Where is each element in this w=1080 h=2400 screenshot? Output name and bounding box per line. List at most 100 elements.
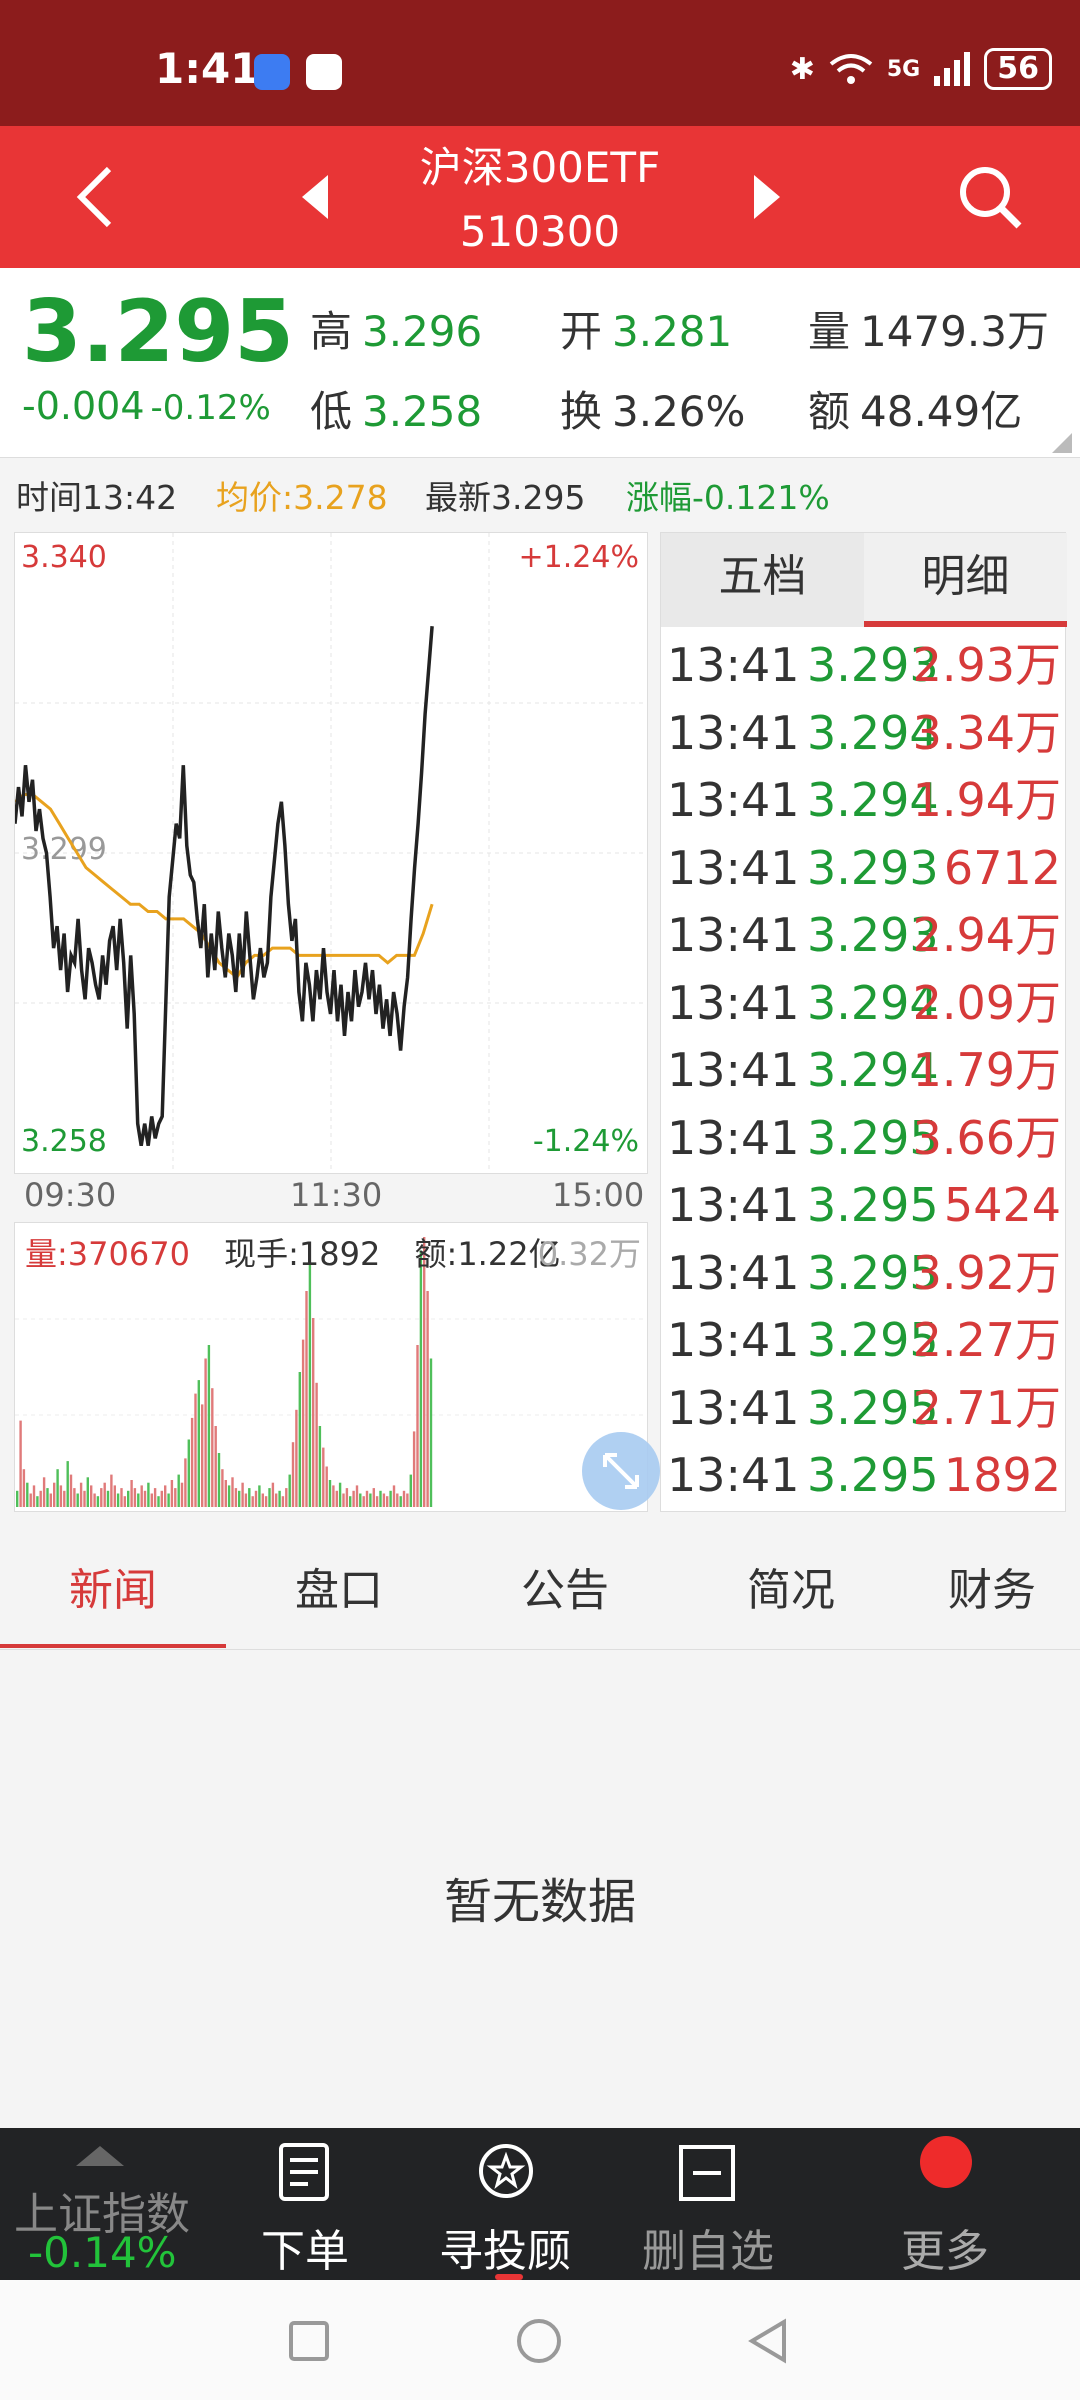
info-avg-price: 均价:3.278 <box>216 478 388 517</box>
expand-chart-button[interactable] <box>582 1432 660 1510</box>
volume-bar <box>160 1490 163 1507</box>
active-tab-underline <box>0 1644 226 1648</box>
info-tabs: 新闻 盘口 公告 简况 财务 <box>0 1520 1080 1650</box>
tick-volume: 2.09万 <box>912 975 1061 1030</box>
volume-bar <box>399 1496 402 1507</box>
tick-row: 13:41 3.293 6712 <box>661 834 1067 903</box>
tab-news[interactable]: 新闻 <box>0 1520 226 1650</box>
stock-code: 510300 <box>459 207 621 256</box>
place-order-label: 下单 <box>261 2226 349 2277</box>
tick-row: 13:41 3.294 1.79万 <box>661 1036 1067 1105</box>
volume-bar <box>396 1493 399 1507</box>
place-order-button[interactable]: 下单 <box>240 2128 370 2280</box>
tick-volume: 2.94万 <box>912 908 1061 962</box>
bluetooth-icon: ✱ <box>789 51 815 87</box>
tab-detail[interactable]: 明细 <box>864 533 1067 627</box>
tick-volume: 6712 <box>943 840 1061 895</box>
volume-bar <box>170 1480 174 1507</box>
volume-bar <box>19 1420 22 1507</box>
price-change: -0.004 -0.12% <box>22 384 271 428</box>
tick-time: 13:41 <box>667 975 800 1030</box>
search-icon <box>960 167 1022 229</box>
stock-name: 沪深300ETF <box>419 143 661 192</box>
network-type: 5G <box>886 56 921 82</box>
tick-time: 13:41 <box>667 1313 800 1367</box>
tick-row: 13:41 3.295 2.27万 <box>661 1306 1067 1375</box>
intraday-chart[interactable]: 3.340 3.299 3.258 +1.24% -1.24% <box>14 532 648 1174</box>
tab-finance[interactable]: 财务 <box>904 1520 1080 1650</box>
volume-bar <box>382 1493 386 1507</box>
next-stock-button[interactable] <box>732 126 802 268</box>
volume-bar <box>241 1482 244 1507</box>
volume-bar <box>157 1496 160 1507</box>
index-ticker[interactable]: 上证指数 -0.14% <box>0 2128 220 2280</box>
volume-bar <box>83 1490 86 1507</box>
tab-announcements[interactable]: 公告 <box>452 1520 678 1650</box>
more-button[interactable]: 更多 <box>870 2128 1020 2280</box>
volume-bar <box>406 1493 409 1507</box>
volume-bar <box>93 1493 96 1507</box>
tick-volume: 1.79万 <box>912 1043 1061 1097</box>
tab-orderbook[interactable]: 盘口 <box>226 1520 452 1650</box>
remove-watchlist-button[interactable]: 删自选 <box>628 2128 788 2280</box>
volume-legend: 量:370670 现手:1892 额:1.22亿 <box>25 1229 561 1275</box>
expand-icon <box>603 1453 639 1489</box>
info-change: 涨幅-0.121% <box>626 478 830 517</box>
volume-bar <box>167 1493 170 1507</box>
volume-bar <box>53 1482 56 1507</box>
volume-bar <box>164 1485 167 1507</box>
home-icon[interactable] <box>516 2318 562 2364</box>
tick-row: 13:41 3.295 2.71万 <box>661 1374 1067 1443</box>
volume-bar <box>86 1477 89 1507</box>
tick-volume: 2.27万 <box>912 1313 1061 1367</box>
tick-time: 13:41 <box>667 1178 800 1232</box>
tab-profile[interactable]: 简况 <box>678 1520 904 1650</box>
volume-bar <box>190 1417 194 1507</box>
volume-bar <box>349 1496 352 1507</box>
volume-bar <box>217 1453 221 1507</box>
volume-bar <box>26 1482 29 1507</box>
tick-row: 13:41 3.295 3.66万 <box>661 1104 1067 1173</box>
tick-time: 13:41 <box>667 1245 800 1300</box>
back-nav-icon[interactable] <box>748 2318 788 2364</box>
y-tick-mid: 3.299 <box>21 832 107 867</box>
tick-row: 13:41 3.295 3.92万 <box>661 1239 1067 1308</box>
tick-time: 13:41 <box>667 1110 800 1165</box>
volume-bar <box>96 1496 100 1507</box>
tick-row: 13:41 3.294 1.94万 <box>661 766 1067 835</box>
volume-bar <box>184 1458 187 1507</box>
volume-bar <box>258 1485 261 1507</box>
volume-bar <box>76 1493 79 1507</box>
index-change: -0.14% <box>28 2228 177 2277</box>
volume-bar <box>116 1493 120 1507</box>
recent-apps-icon[interactable] <box>288 2320 330 2362</box>
volume-bar <box>285 1488 288 1507</box>
volume-bar <box>106 1490 110 1507</box>
trade-detail-panel: 五档 明细 13:41 3.293 2.93万 13:41 3.294 3.34万 13:4… <box>660 532 1067 1512</box>
volume-chart[interactable]: 量:370670 现手:1892 额:1.22亿 0.32万 <box>14 1222 648 1512</box>
search-button[interactable] <box>940 126 1040 268</box>
volume-bar <box>73 1488 76 1507</box>
tick-volume: 1892 <box>943 1448 1061 1502</box>
stock-header: 沪深300ETF 510300 <box>0 126 1080 268</box>
volume-bar <box>392 1485 396 1507</box>
empty-state-text: 暂无数据 <box>443 1874 636 1930</box>
volume-bar <box>338 1482 342 1507</box>
volume-bar <box>335 1490 338 1507</box>
volume-bar <box>379 1490 382 1507</box>
find-advisor-button[interactable]: 寻投顾 <box>425 2128 585 2280</box>
volume-bar <box>301 1339 305 1507</box>
volume-bar <box>130 1480 133 1507</box>
tick-volume: 3.92万 <box>912 1245 1061 1300</box>
more-red-dot-icon <box>920 2136 972 2188</box>
tick-time: 13:41 <box>667 1380 800 1435</box>
tab-five-levels[interactable]: 五档 <box>661 533 864 627</box>
volume-bar <box>386 1496 389 1507</box>
volume-bar <box>322 1447 325 1507</box>
chart-info-line: 时间13:42 均价:3.278 最新3.295 涨幅-0.121% <box>0 468 1080 528</box>
signal-icon <box>934 52 971 86</box>
volume-bar <box>143 1490 147 1507</box>
volume-bar <box>174 1488 177 1507</box>
system-nav-bar <box>0 2280 1080 2400</box>
volume-bar <box>345 1488 349 1507</box>
